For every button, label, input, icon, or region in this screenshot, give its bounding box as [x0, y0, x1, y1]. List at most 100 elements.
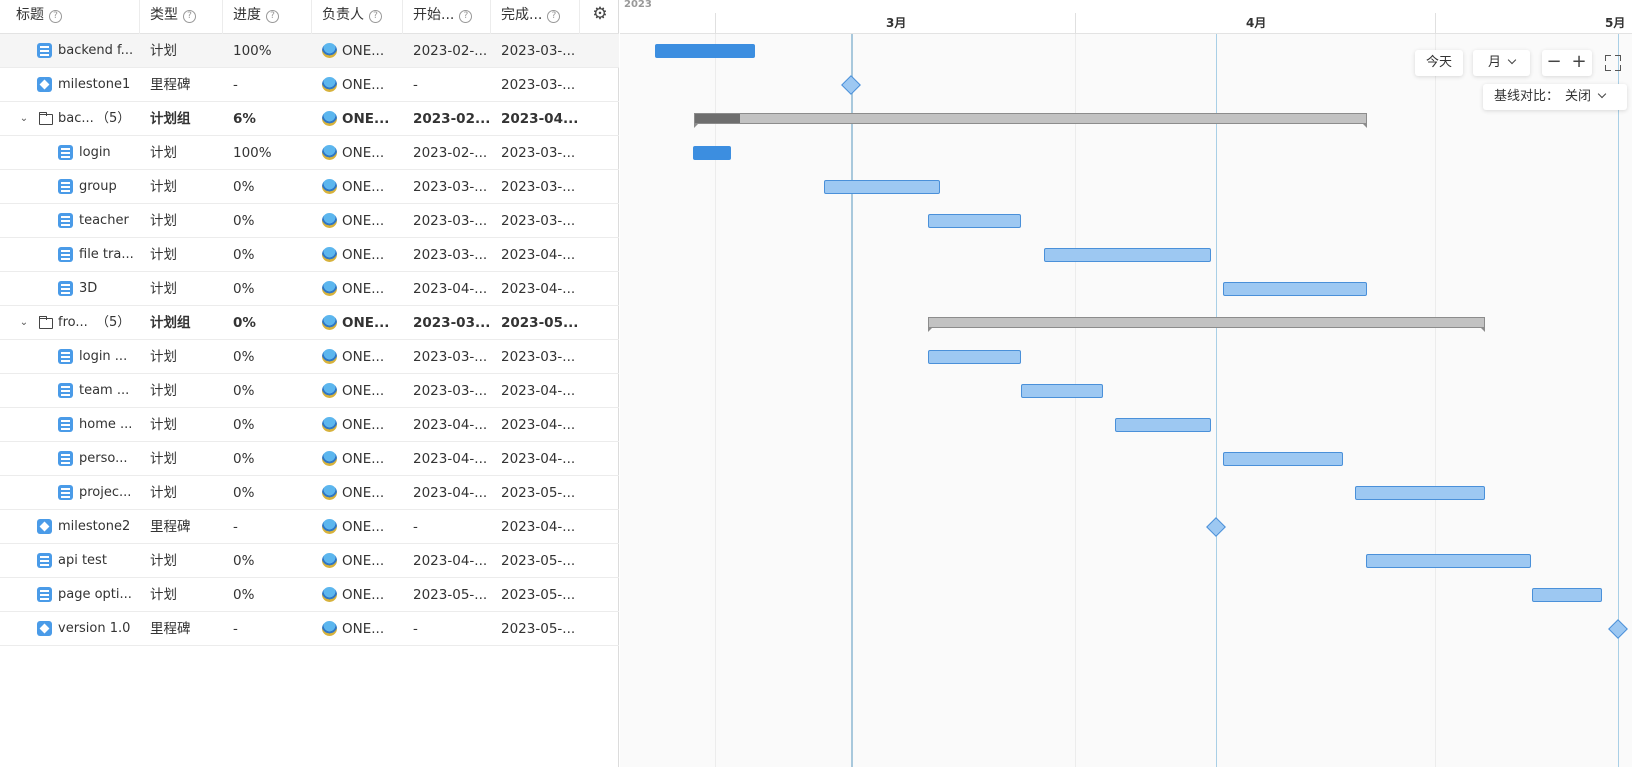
row-owner-name: ONE...	[342, 451, 385, 467]
row-title[interactable]: 3D	[79, 272, 136, 306]
row-owner[interactable]: ONE...	[322, 272, 404, 306]
scale-select[interactable]: 月	[1473, 50, 1530, 76]
row-title[interactable]: teacher	[79, 204, 136, 238]
gantt-task-bar[interactable]	[1532, 588, 1602, 602]
row-title[interactable]: login ...	[79, 340, 136, 374]
zoom-in-icon[interactable]: +	[1567, 50, 1591, 76]
table-row[interactable]: backend f... 计划 100% ONE... 2023-02-... 2023-…	[0, 34, 619, 68]
row-title[interactable]: milestone2	[58, 510, 136, 544]
table-row[interactable]: milestone1 里程碑 - ONE... - 2023-03-...	[0, 68, 619, 102]
gantt-milestone-diamond[interactable]	[1206, 517, 1226, 537]
table-row[interactable]: file tra... 计划 0% ONE... 2023-03-... 2023-04-…	[0, 238, 619, 272]
row-title[interactable]: api test	[58, 544, 136, 578]
row-owner[interactable]: ONE...	[322, 544, 404, 578]
row-title[interactable]: team ...	[79, 374, 136, 408]
row-title[interactable]: perso...	[79, 442, 136, 476]
baseline-compare-select[interactable]: 基线对比： 关闭	[1483, 84, 1627, 110]
table-row[interactable]: login 计划 100% ONE... 2023-02-... 2023-03-...	[0, 136, 619, 170]
col-progress-header[interactable]: 进度?	[223, 0, 312, 34]
milestone-line	[1216, 34, 1217, 767]
row-owner[interactable]: ONE...	[322, 442, 404, 476]
gantt-task-bar[interactable]	[1223, 452, 1343, 466]
row-title[interactable]: projec...	[79, 476, 136, 510]
col-end-header[interactable]: 完成...?	[491, 0, 580, 34]
row-owner[interactable]: ONE...	[322, 476, 404, 510]
help-icon[interactable]: ?	[49, 10, 62, 23]
row-start-date: 2023-02-...	[413, 145, 488, 161]
table-row[interactable]: group 计划 0% ONE... 2023-03-... 2023-03-...	[0, 170, 619, 204]
row-title[interactable]: page opti...	[58, 578, 136, 612]
row-owner[interactable]: ONE...	[322, 510, 404, 544]
row-owner[interactable]: ONE...	[322, 374, 404, 408]
table-row[interactable]: milestone2 里程碑 - ONE... - 2023-04-...	[0, 510, 619, 544]
table-row[interactable]: page opti... 计划 0% ONE... 2023-05-... 2023-05…	[0, 578, 619, 612]
row-type: 计划	[150, 417, 177, 433]
collapse-caret-icon[interactable]: ⌄	[18, 306, 30, 340]
gantt-chart[interactable]: 2023 3月 4月 5月 今天 月 − + 基线对比： 关闭	[620, 0, 1632, 767]
col-owner-header[interactable]: 负责人?	[312, 0, 403, 34]
row-title[interactable]: version 1.0	[58, 612, 136, 646]
table-row[interactable]: projec... 计划 0% ONE... 2023-04-... 2023-05-..…	[0, 476, 619, 510]
group-row[interactable]: ⌄ fro... （5） 计划组 0% ONE... 2023-03... 2023-05..…	[0, 306, 619, 340]
row-type: 计划	[150, 213, 177, 229]
row-owner[interactable]: ONE...	[322, 102, 404, 136]
table-row[interactable]: team ... 计划 0% ONE... 2023-03-... 2023-04-...	[0, 374, 619, 408]
row-owner[interactable]: ONE...	[322, 340, 404, 374]
gantt-task-bar[interactable]	[928, 350, 1021, 364]
help-icon[interactable]: ?	[369, 10, 382, 23]
help-icon[interactable]: ?	[459, 10, 473, 23]
row-owner[interactable]: ONE...	[322, 306, 404, 340]
row-owner[interactable]: ONE...	[322, 204, 404, 238]
fullscreen-icon[interactable]	[1603, 53, 1623, 73]
table-row[interactable]: api test 计划 0% ONE... 2023-04-... 2023-05-...	[0, 544, 619, 578]
col-title-header[interactable]: 标题?	[0, 0, 140, 34]
scale-select-value: 月	[1487, 55, 1501, 70]
row-title[interactable]: backend f...	[58, 34, 136, 68]
row-title[interactable]: file tra...	[79, 238, 136, 272]
help-icon[interactable]: ?	[183, 10, 196, 23]
row-owner[interactable]: ONE...	[322, 238, 404, 272]
gantt-task-bar[interactable]	[1355, 486, 1485, 500]
gantt-task-bar[interactable]	[1021, 384, 1103, 398]
row-owner[interactable]: ONE...	[322, 578, 404, 612]
gantt-task-bar[interactable]	[824, 180, 940, 194]
gantt-task-bar[interactable]	[1044, 248, 1211, 262]
row-owner[interactable]: ONE...	[322, 136, 404, 170]
table-row[interactable]: perso... 计划 0% ONE... 2023-04-... 2023-04-...	[0, 442, 619, 476]
zoom-out-icon[interactable]: −	[1542, 50, 1566, 76]
gantt-group-bar[interactable]	[694, 113, 1367, 128]
table-row[interactable]: version 1.0 里程碑 - ONE... - 2023-05-...	[0, 612, 619, 646]
col-start-header[interactable]: 开始...?	[403, 0, 491, 34]
row-title[interactable]: home ...	[79, 408, 136, 442]
group-row[interactable]: ⌄ bac... （5） 计划组 6% ONE... 2023-02... 2023-04..…	[0, 102, 619, 136]
gantt-milestone-diamond[interactable]	[1608, 619, 1628, 639]
table-row[interactable]: login ... 计划 0% ONE... 2023-03-... 2023-03-..…	[0, 340, 619, 374]
help-icon[interactable]: ?	[547, 10, 561, 23]
gantt-task-bar[interactable]	[1115, 418, 1211, 432]
row-title[interactable]: bac...	[58, 102, 96, 136]
row-owner[interactable]: ONE...	[322, 612, 404, 646]
gantt-group-bar[interactable]	[928, 317, 1485, 332]
gantt-task-bar[interactable]	[655, 44, 755, 58]
row-title[interactable]: fro...	[58, 306, 96, 340]
col-type-header[interactable]: 类型?	[140, 0, 223, 34]
row-title[interactable]: login	[79, 136, 136, 170]
gantt-milestone-diamond[interactable]	[841, 75, 861, 95]
table-row[interactable]: teacher 计划 0% ONE... 2023-03-... 2023-03-...	[0, 204, 619, 238]
row-title[interactable]: group	[79, 170, 136, 204]
row-title[interactable]: milestone1	[58, 68, 136, 102]
today-button[interactable]: 今天	[1415, 50, 1463, 76]
gantt-task-bar[interactable]	[1366, 554, 1531, 568]
table-row[interactable]: 3D 计划 0% ONE... 2023-04-... 2023-04-...	[0, 272, 619, 306]
table-row[interactable]: home ... 计划 0% ONE... 2023-04-... 2023-04-...	[0, 408, 619, 442]
settings-gear-icon[interactable]: ⚙	[590, 4, 610, 24]
collapse-caret-icon[interactable]: ⌄	[18, 102, 30, 136]
row-owner[interactable]: ONE...	[322, 170, 404, 204]
help-icon[interactable]: ?	[266, 10, 279, 23]
row-owner[interactable]: ONE...	[322, 68, 404, 102]
gantt-task-bar[interactable]	[1223, 282, 1367, 296]
row-owner[interactable]: ONE...	[322, 408, 404, 442]
row-owner[interactable]: ONE...	[322, 34, 404, 68]
gantt-task-bar[interactable]	[693, 146, 731, 160]
gantt-task-bar[interactable]	[928, 214, 1021, 228]
